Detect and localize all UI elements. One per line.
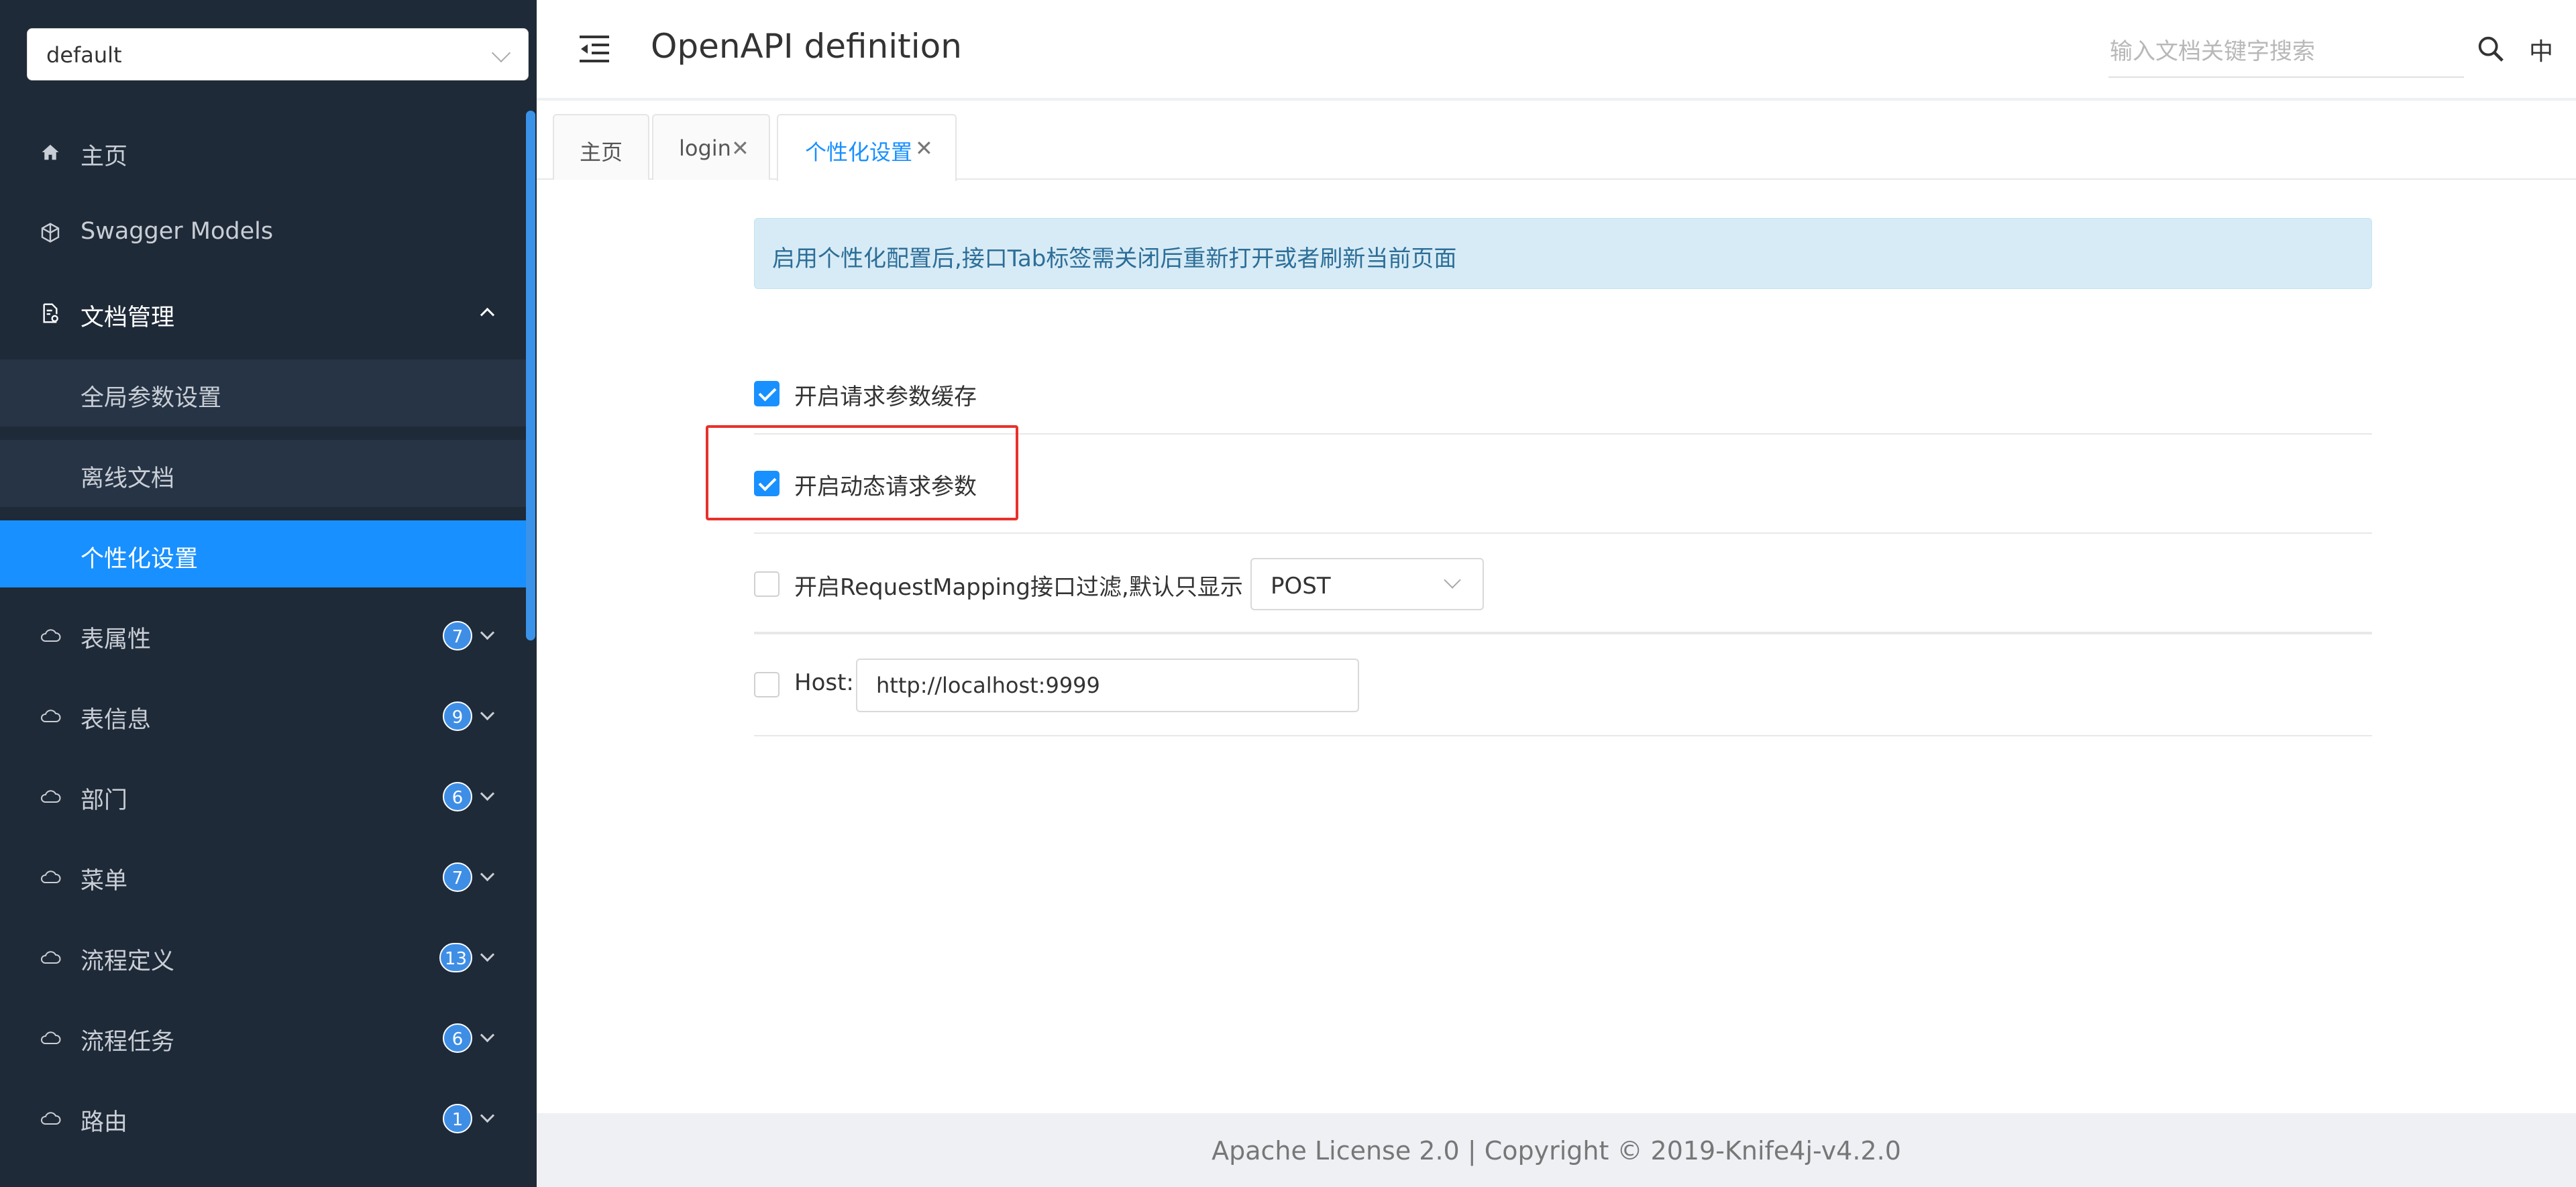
setting-row-request-mapping-filter: 开启RequestMapping接口过滤,默认只显示 POST [754,534,2372,633]
sidebar-item-table-info[interactable]: 表信息 9 [0,681,526,748]
sidebar-item-label: 离线文档 [80,465,175,492]
request-mapping-checkbox[interactable] [754,571,780,597]
cloud-icon [39,1107,62,1129]
search-icon[interactable] [2475,34,2506,64]
search-input[interactable] [2108,27,2464,78]
sidebar-item-global-params[interactable]: 全局参数设置 [0,359,526,427]
host-input[interactable] [856,659,1359,712]
sidebar-item-route[interactable]: 路由 1 [0,1084,526,1151]
tab-home[interactable]: 主页 [553,114,649,180]
top-header: OpenAPI definition 中 [537,0,2576,101]
sidebar: default 主页 Swagger Models 文档管理 全局参数设置 离线… [0,0,537,1187]
cloud-icon [39,624,62,646]
sidebar-item-process-task[interactable]: 流程任务 6 [0,1003,526,1070]
method-select[interactable]: POST [1250,558,1484,610]
tabs-bar: 主页 login ✕ 个性化设置 ✕ [537,101,2576,181]
setting-row-cache: 开启请求参数缓存 [754,354,2372,435]
chevron-down-icon [480,1108,495,1123]
count-badge: 7 [443,621,472,651]
count-badge: 7 [443,862,472,892]
sidebar-item-label: 路由 [80,1109,128,1136]
sidebar-item-label: 表信息 [80,707,152,734]
close-icon[interactable]: ✕ [915,135,933,161]
sidebar-item-home[interactable]: 主页 [0,118,526,185]
sidebar-item-label: 菜单 [80,868,128,895]
tab-login[interactable]: login ✕ [652,114,770,180]
tab-label: login [679,135,731,161]
request-mapping-label: 开启RequestMapping接口过滤,默认只显示 [794,574,1243,601]
sidebar-item-label: 个性化设置 [80,546,199,573]
close-icon[interactable]: ✕ [731,135,749,161]
host-label: Host: [794,669,854,696]
settings-panel: 启用个性化配置后,接口Tab标签需关闭后重新打开或者刷新当前页面 开启请求参数缓… [537,180,2576,1113]
sidebar-item-doc-management[interactable]: 文档管理 [0,279,526,346]
tab-label: 主页 [580,139,623,165]
highlight-box [706,425,1018,520]
chevron-down-icon [1444,571,1461,589]
chevron-up-icon [480,307,495,323]
footer: Apache License 2.0 | Copyright © 2019-Kn… [537,1113,2576,1187]
cache-checkbox[interactable] [754,381,780,406]
sidebar-item-label: 文档管理 [80,304,175,331]
info-alert-text: 启用个性化配置后,接口Tab标签需关闭后重新打开或者刷新当前页面 [772,245,1457,272]
sidebar-item-label: 部门 [80,787,128,814]
count-badge: 6 [443,1023,472,1053]
sidebar-item-department[interactable]: 部门 6 [0,762,526,829]
sidebar-item-swagger-models[interactable]: Swagger Models [0,199,526,266]
cloud-icon [39,865,62,888]
sidebar-item-label: Swagger Models [80,218,274,245]
info-alert: 启用个性化配置后,接口Tab标签需关闭后重新打开或者刷新当前页面 [754,218,2372,289]
sidebar-item-label: 流程任务 [80,1029,175,1056]
tab-personalization[interactable]: 个性化设置 ✕ [777,114,957,181]
page-title: OpenAPI definition [651,27,962,66]
chevron-down-icon [480,786,495,801]
sidebar-item-label: 流程定义 [80,948,175,975]
sidebar-item-table-properties[interactable]: 表属性 7 [0,601,526,668]
chevron-down-icon [480,625,495,640]
cloud-icon [39,704,62,727]
count-badge: 9 [443,701,472,731]
document-settings-icon [39,302,62,325]
language-toggle[interactable]: 中 [2529,32,2553,67]
sidebar-item-label: 全局参数设置 [80,385,222,412]
home-icon [39,141,62,164]
sidebar-item-offline-doc[interactable]: 离线文档 [0,440,526,507]
sidebar-item-label: 表属性 [80,626,152,653]
chevron-down-icon [491,43,511,63]
sidebar-item-menu[interactable]: 菜单 7 [0,842,526,909]
count-badge: 13 [439,943,472,972]
cloud-icon [39,1026,62,1049]
chevron-down-icon [480,947,495,962]
cloud-icon [39,785,62,807]
cube-icon [39,221,62,244]
sidebar-scrollbar[interactable] [526,111,535,640]
count-badge: 6 [443,782,472,811]
sidebar-item-personalization[interactable]: 个性化设置 [0,520,526,587]
group-select[interactable]: default [27,28,529,80]
group-select-value: default [46,42,122,68]
cloud-icon [39,946,62,968]
host-checkbox[interactable] [754,672,780,697]
count-badge: 1 [443,1104,472,1133]
cache-label: 开启请求参数缓存 [794,384,977,410]
sidebar-item-process-definition[interactable]: 流程定义 13 [0,923,526,990]
tab-label: 个性化设置 [805,139,913,165]
setting-row-host: Host: [754,633,2372,736]
sidebar-item-label: 主页 [80,144,128,170]
chevron-down-icon [480,705,495,721]
chevron-down-icon [480,1027,495,1043]
menu-collapse-icon[interactable] [578,35,610,63]
footer-text: Apache License 2.0 | Copyright © 2019-Kn… [1212,1136,1901,1166]
method-select-value: POST [1271,573,1331,600]
chevron-down-icon [480,866,495,882]
